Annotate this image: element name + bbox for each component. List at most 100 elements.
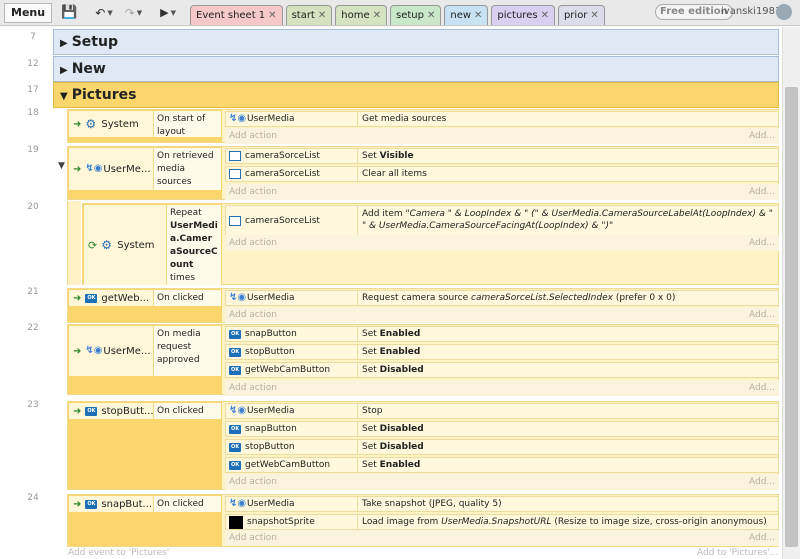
add-action-row[interactable]: Add action Add... [225, 128, 779, 144]
condition-row[interactable]: ➜ OK snapBut... On clicked [69, 496, 221, 512]
condition-object[interactable]: ➜ OK getWeb... [69, 290, 153, 306]
condition-text-cell[interactable]: Repeat UserMedia.CameraSourceCount times [166, 205, 221, 285]
action-text-cell[interactable]: Request camera source cameraSorceList.Se… [358, 293, 778, 303]
collapse-toggle-icon[interactable]: ▼ [58, 161, 65, 171]
add-more-link[interactable]: Add... [749, 238, 775, 248]
condition-row[interactable]: ➜ ↯◉ UserMe... On media request approved [69, 326, 221, 376]
close-icon[interactable]: ✕ [373, 7, 381, 25]
action-object[interactable]: OK snapButton [226, 327, 358, 341]
condition-object[interactable]: ➜ ↯◉ UserMe... [69, 326, 153, 376]
tab-0[interactable]: Event sheet 1 ✕ [190, 5, 283, 25]
menu-button[interactable]: Menu [4, 2, 53, 23]
action-row[interactable]: OK snapButton Set Enabled [225, 326, 779, 342]
condition-row[interactable]: ⟳ ⚙ System Repeat UserMedia.CameraSourceCo… [84, 205, 221, 285]
action-text-cell[interactable]: Stop [358, 406, 778, 416]
group-1[interactable]: ▶ New [53, 56, 779, 82]
action-object[interactable]: OK stopButton [226, 440, 358, 454]
action-object[interactable]: OK getWebCamButton [226, 363, 358, 377]
add-more-link[interactable]: Add... [749, 131, 775, 141]
event-block[interactable]: ➜ ↯◉ UserMe... On retrieved media sources c… [67, 146, 779, 200]
tab-1[interactable]: start ✕ [285, 5, 333, 25]
close-icon[interactable]: ✕ [590, 7, 598, 25]
action-object[interactable]: ↯◉ UserMedia [226, 112, 358, 126]
user-avatar-icon[interactable] [776, 4, 792, 20]
tab-2[interactable]: home ✕ [335, 5, 387, 25]
condition-text-cell[interactable]: On clicked [153, 290, 221, 306]
condition-row[interactable]: ➜ ↯◉ UserMe... On retrieved media sources [69, 148, 221, 190]
action-object[interactable]: cameraSorceList [226, 206, 358, 236]
scrollbar[interactable] [782, 27, 800, 559]
action-row[interactable]: ↯◉ UserMedia Take snapshot (JPEG, quality… [225, 496, 779, 512]
event-block[interactable]: ➜ OK getWeb... On clicked ↯◉ UserMedia Reque… [67, 288, 779, 323]
action-row[interactable]: OK getWebCamButton Set Disabled [225, 362, 779, 378]
action-row[interactable]: snapshotSprite Load image from UserMedia… [225, 514, 779, 530]
action-row[interactable]: OK stopButton Set Enabled [225, 344, 779, 360]
group-0[interactable]: ▶ Setup [53, 29, 779, 55]
action-text-cell[interactable]: Set Disabled [358, 365, 778, 375]
condition-object[interactable]: ⟳ ⚙ System [84, 205, 166, 285]
tab-4[interactable]: new ✕ [444, 5, 489, 25]
add-action-link[interactable]: Add action [229, 238, 277, 248]
action-row[interactable]: ↯◉ UserMedia Request camera source camera… [225, 290, 779, 306]
condition-object[interactable]: ➜ OK stopButt... [69, 403, 153, 419]
scrollbar-thumb[interactable] [785, 87, 798, 547]
add-action-link[interactable]: Add action [229, 310, 277, 320]
action-object[interactable]: ↯◉ UserMedia [226, 404, 358, 418]
action-object[interactable]: ↯◉ UserMedia [226, 291, 358, 305]
redo-button[interactable]: ↷ ▼ [122, 3, 145, 23]
action-object[interactable]: cameraSorceList [226, 167, 358, 181]
add-action-row[interactable]: Add action Add... [225, 474, 779, 490]
action-object[interactable]: cameraSorceList [226, 149, 358, 163]
close-icon[interactable]: ✕ [474, 7, 482, 25]
action-text-cell[interactable]: Take snapshot (JPEG, quality 5) [358, 499, 778, 509]
condition-object[interactable]: ➜ ↯◉ UserMe... [69, 148, 153, 190]
add-action-row[interactable]: Add action Add... [225, 307, 779, 323]
add-action-link[interactable]: Add action [229, 533, 277, 543]
action-row[interactable]: ↯◉ UserMedia Stop [225, 403, 779, 419]
condition-text-cell[interactable]: On retrieved media sources [153, 148, 221, 190]
action-text-cell[interactable]: Clear all items [358, 169, 778, 179]
action-text-cell[interactable]: Add item "Camera " & LoopIndex & " (" & … [358, 206, 778, 232]
save-button[interactable]: 💾 [58, 3, 80, 23]
add-action-link[interactable]: Add action [229, 383, 277, 393]
condition-text-cell[interactable]: On clicked [153, 496, 221, 512]
group-2[interactable]: ▼ Pictures [53, 82, 779, 108]
event-block[interactable]: ⟳ ⚙ System Repeat UserMedia.CameraSourceCo… [82, 203, 779, 285]
action-object[interactable]: OK snapButton [226, 422, 358, 436]
condition-row[interactable]: ➜ OK getWeb... On clicked [69, 290, 221, 306]
add-action-row[interactable]: Add action Add... [225, 530, 779, 546]
add-action-row[interactable]: Add action Add... [225, 380, 779, 396]
condition-row[interactable]: ➜ OK stopButt... On clicked [69, 403, 221, 419]
action-object[interactable]: ↯◉ UserMedia [226, 497, 358, 511]
add-more-link[interactable]: Add... [749, 310, 775, 320]
action-text-cell[interactable]: Set Visible [358, 151, 778, 161]
action-text-cell[interactable]: Set Enabled [358, 347, 778, 357]
add-to-group-link[interactable]: Add to 'Pictures'... [697, 548, 778, 558]
chevron-down-icon[interactable]: ▼ [60, 91, 68, 102]
condition-object[interactable]: ➜ OK snapBut... [69, 496, 153, 512]
add-action-row[interactable]: Add action Add... [225, 235, 779, 251]
event-block[interactable]: ➜ ↯◉ UserMe... On media request approved OK… [67, 324, 779, 396]
add-more-link[interactable]: Add... [749, 187, 775, 197]
tab-3[interactable]: setup ✕ [390, 5, 442, 25]
event-block[interactable]: ➜ ⚙ System On start of layout ↯◉ UserMedia G… [67, 109, 779, 144]
action-text-cell[interactable]: Set Disabled [358, 442, 778, 452]
condition-text-cell[interactable]: On clicked [153, 403, 221, 419]
add-action-link[interactable]: Add action [229, 477, 277, 487]
action-row[interactable]: OK stopButton Set Disabled [225, 439, 779, 455]
condition-text-cell[interactable]: On start of layout [153, 111, 221, 137]
tab-5[interactable]: pictures ✕ [491, 5, 555, 25]
condition-object[interactable]: ➜ ⚙ System [69, 111, 153, 137]
add-event-link[interactable]: Add event to 'Pictures' [68, 548, 169, 558]
event-block[interactable]: ➜ OK stopButt... On clicked ↯◉ UserMedia Sto… [67, 401, 779, 490]
username[interactable]: ivanski1983 [721, 6, 781, 17]
action-object[interactable]: OK stopButton [226, 345, 358, 359]
close-icon[interactable]: ✕ [268, 7, 276, 25]
event-block[interactable]: ➜ OK snapBut... On clicked ↯◉ UserMedia Take… [67, 494, 779, 547]
condition-text-cell[interactable]: On media request approved [153, 326, 221, 376]
add-more-link[interactable]: Add... [749, 383, 775, 393]
tab-6[interactable]: prior ✕ [557, 5, 605, 25]
chevron-right-icon[interactable]: ▶ [60, 65, 68, 76]
action-row[interactable]: ↯◉ UserMedia Get media sources [225, 111, 779, 127]
action-object[interactable]: OK getWebCamButton [226, 458, 358, 472]
